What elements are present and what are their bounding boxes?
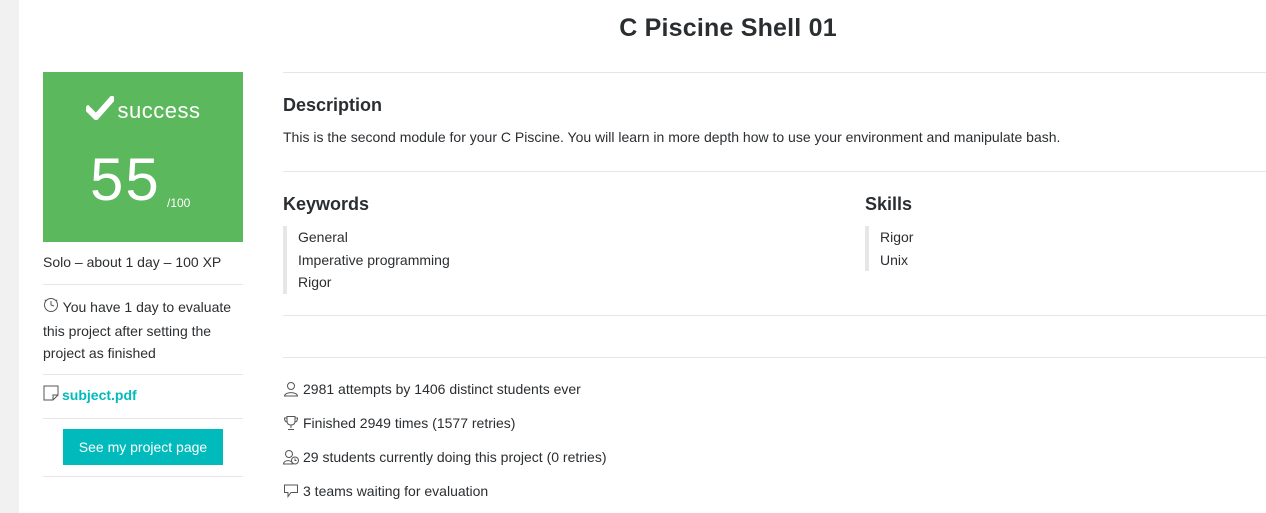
stat-text: 3 teams waiting for evaluation — [303, 483, 489, 500]
page-title: C Piscine Shell 01 — [619, 14, 837, 42]
chat-bubble-icon — [283, 483, 299, 502]
status-label: success — [117, 97, 201, 123]
divider — [283, 357, 1266, 358]
stat-attempts: 2981 attempts by 1406 distinct students … — [283, 381, 581, 400]
stat-text: 29 students currently doing this project… — [303, 449, 607, 466]
project-meta: Solo – about 1 day – 100 XP — [43, 254, 222, 270]
keyword-item: Rigor — [298, 274, 332, 290]
trophy-icon — [283, 415, 299, 434]
stat-waiting: 3 teams waiting for evaluation — [283, 483, 488, 502]
divider — [43, 284, 243, 285]
skills-heading: Skills — [865, 194, 913, 214]
skill-item: Rigor — [880, 229, 914, 245]
skills-list: Rigor Unix — [865, 226, 913, 271]
keywords-list: General Imperative programming Rigor — [283, 226, 450, 294]
divider — [283, 72, 1266, 73]
user-icon — [283, 381, 299, 400]
description-heading: Description — [283, 95, 383, 115]
divider — [43, 374, 243, 375]
stat-text: 2981 attempts by 1406 distinct students … — [303, 381, 581, 398]
keywords-heading: Keywords — [283, 194, 370, 214]
evaluation-note-text: You have 1 day to evaluate this project … — [43, 299, 232, 362]
status-box: success 55 /100 — [43, 72, 243, 242]
grade-max: /100 — [167, 196, 191, 210]
stat-in-progress: 29 students currently doing this project… — [282, 449, 607, 468]
file-icon — [43, 385, 59, 404]
status-row: success — [43, 94, 243, 125]
skill-item: Unix — [880, 251, 909, 268]
check-icon — [83, 94, 116, 125]
divider — [43, 418, 243, 419]
see-project-page-button[interactable]: See my project page — [63, 429, 223, 465]
divider — [283, 315, 1266, 316]
grade-value: 55 — [90, 146, 161, 213]
stat-text: Finished 2949 times (1577 retries) — [303, 415, 516, 432]
subject-pdf-link[interactable]: subject.pdf — [62, 387, 137, 403]
keyword-item: Imperative programming — [298, 251, 450, 268]
evaluation-note: You have 1 day to evaluate this project … — [43, 296, 243, 365]
description-text: This is the second module for your C Pis… — [283, 129, 1061, 145]
divider — [43, 476, 243, 477]
stat-finished: Finished 2949 times (1577 retries) — [283, 415, 515, 434]
user-clock-icon — [282, 449, 299, 468]
left-sidebar-strip — [0, 0, 19, 513]
clock-icon — [43, 297, 59, 320]
divider — [283, 171, 1266, 172]
keyword-item: General — [298, 229, 348, 245]
subject-row: subject.pdf — [43, 385, 137, 404]
